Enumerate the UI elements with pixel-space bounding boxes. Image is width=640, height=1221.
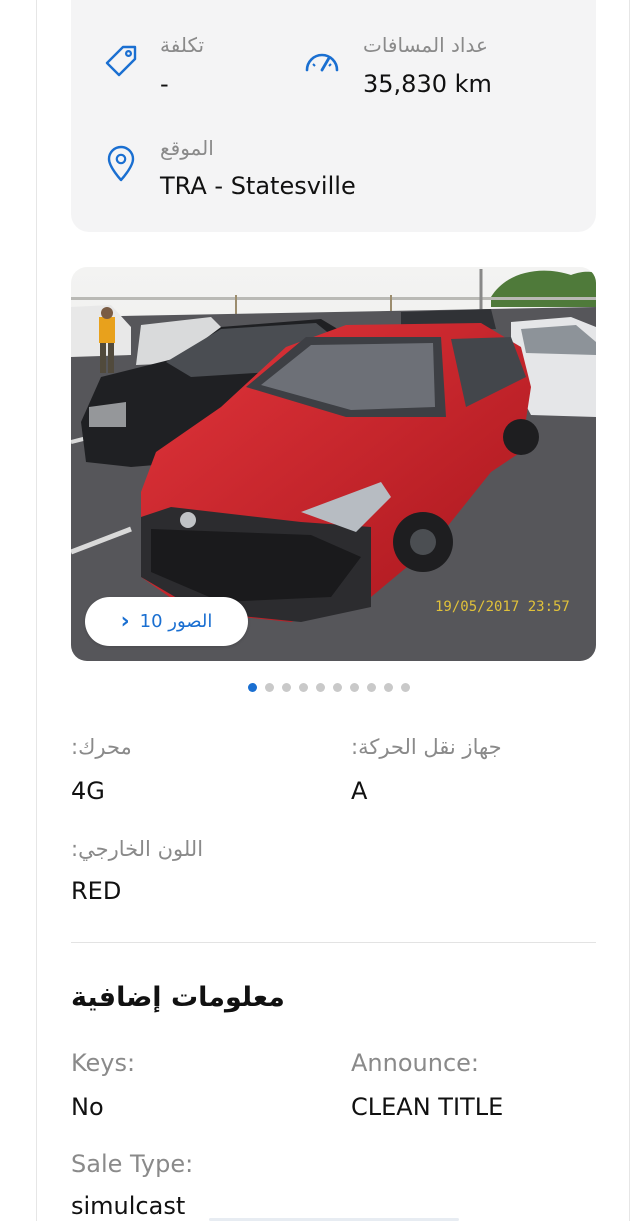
announce-label: Announce: — [351, 1049, 479, 1077]
page-edge-right — [629, 0, 630, 1221]
price-tag-icon — [104, 44, 138, 82]
page-edge-left — [36, 0, 37, 1221]
carousel-dot[interactable] — [350, 683, 359, 692]
carousel-dot[interactable] — [282, 683, 291, 692]
mileage-value: 35,830 km — [363, 70, 492, 98]
engine-label: :محرك — [71, 735, 132, 759]
carousel-dot[interactable] — [367, 683, 376, 692]
speedometer-icon — [304, 50, 340, 80]
location-label: الموقع — [160, 136, 214, 160]
photos-count-button[interactable]: › الصور 10 — [85, 597, 248, 646]
transmission-label: :جهاز نقل الحركة — [351, 735, 502, 759]
photo-carousel-dots — [248, 683, 410, 693]
cost-label: تكلفة — [160, 33, 205, 57]
mileage-label: عداد المسافات — [363, 33, 488, 57]
exterior-color-value: RED — [71, 877, 122, 905]
location-pin-icon — [106, 145, 136, 187]
carousel-dot[interactable] — [248, 683, 257, 692]
chevron-right-icon: › — [120, 608, 130, 634]
carousel-dot[interactable] — [401, 683, 410, 692]
photos-count-label: الصور 10 — [139, 611, 213, 632]
carousel-dot[interactable] — [299, 683, 308, 692]
announce-value: CLEAN TITLE — [351, 1093, 504, 1121]
sale-type-label: Sale Type: — [71, 1150, 194, 1178]
carousel-dot[interactable] — [316, 683, 325, 692]
carousel-dot[interactable] — [384, 683, 393, 692]
section-divider — [71, 942, 596, 943]
location-value: TRA - Statesville — [160, 172, 356, 200]
sale-type-value: simulcast — [71, 1192, 186, 1220]
keys-label: Keys: — [71, 1049, 136, 1077]
additional-info-title: معلومات إضافية — [71, 982, 285, 1013]
exterior-color-label: :اللون الخارجي — [71, 837, 204, 861]
carousel-dot[interactable] — [333, 683, 342, 692]
transmission-value: A — [351, 777, 368, 805]
engine-value: 4G — [71, 777, 105, 805]
photo-timestamp: 19/05/2017 23:57 — [435, 599, 570, 615]
keys-value: No — [71, 1093, 104, 1121]
carousel-dot[interactable] — [265, 683, 274, 692]
cost-value: - — [160, 70, 169, 98]
